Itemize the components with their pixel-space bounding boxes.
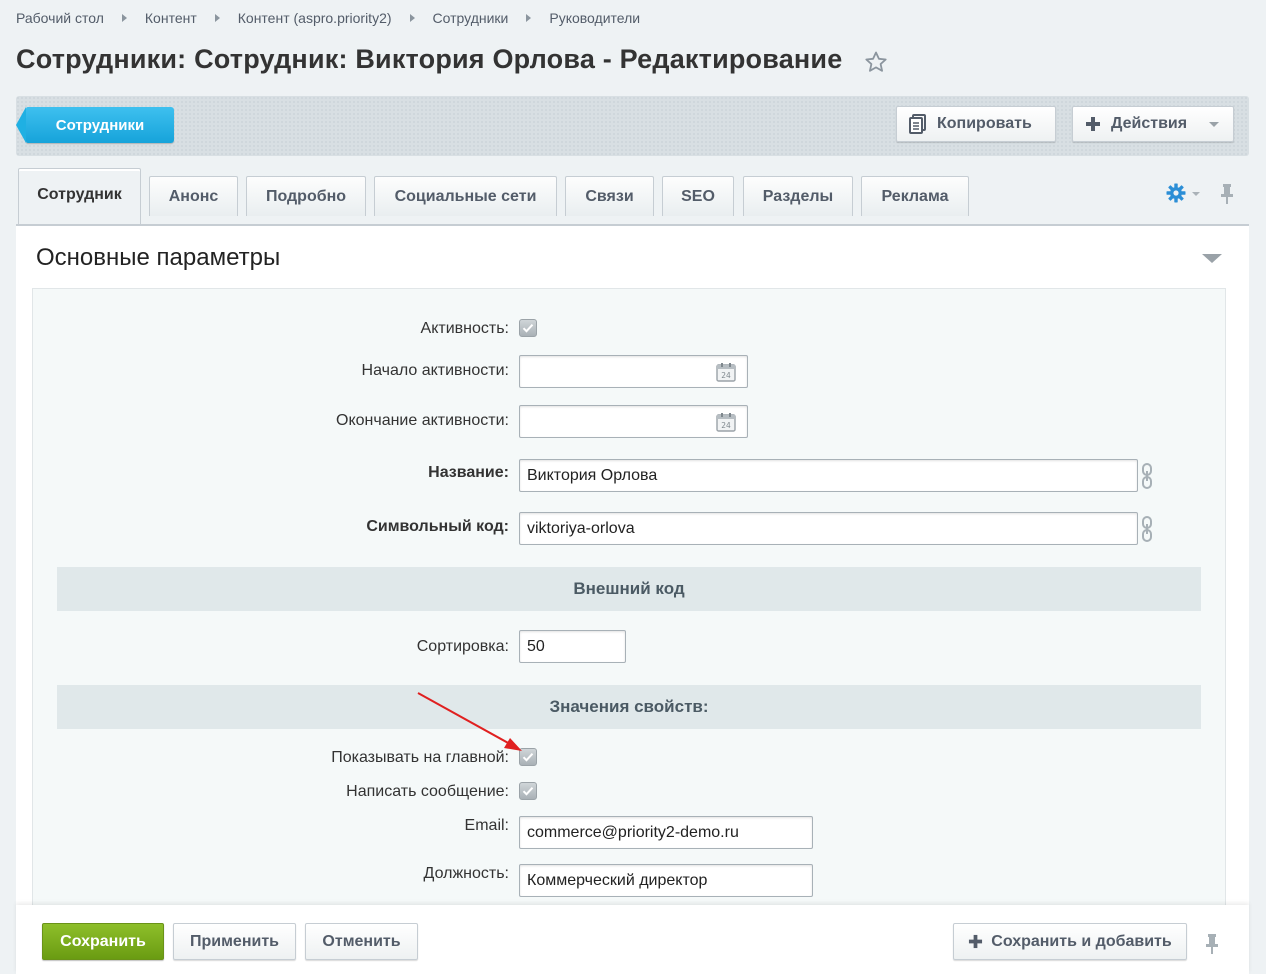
pin-icon[interactable] (1219, 183, 1235, 205)
breadcrumb-item[interactable]: Контент (145, 10, 197, 26)
position-input[interactable]: Коммерческий директор (519, 864, 813, 897)
name-input[interactable]: Виктория Орлова (519, 459, 1138, 492)
tab-detail[interactable]: Подробно (246, 176, 366, 216)
active-to-input[interactable]: 24 (519, 405, 748, 438)
tab-sections[interactable]: Разделы (743, 176, 853, 216)
tab-announce[interactable]: Анонс (149, 176, 238, 216)
tab-social[interactable]: Социальные сети (374, 176, 557, 216)
email-label: Email: (464, 817, 509, 834)
calendar-icon[interactable]: 24 (716, 412, 736, 432)
section-title: Основные параметры (36, 244, 281, 271)
sort-input[interactable]: 50 (519, 630, 626, 663)
check-icon (522, 787, 534, 796)
copy-button-label: Копировать (937, 115, 1032, 132)
sort-label: Сортировка: (416, 638, 509, 655)
pin-icon[interactable] (1204, 933, 1220, 955)
actions-button[interactable]: Действия (1072, 106, 1234, 142)
check-icon (522, 324, 534, 333)
plus-icon (969, 934, 983, 949)
calendar-icon[interactable]: 24 (716, 362, 736, 382)
back-to-list-button[interactable]: Сотрудники (16, 107, 174, 143)
plus-icon (1086, 117, 1100, 131)
breadcrumb-item[interactable]: Сотрудники (433, 10, 509, 26)
tab-seo[interactable]: SEO (662, 176, 734, 216)
copy-button[interactable]: Копировать (896, 106, 1056, 142)
breadcrumb-separator-icon (409, 14, 415, 22)
copy-icon (909, 114, 926, 134)
tab-ads[interactable]: Реклама (861, 176, 969, 216)
content-panel: Основные параметры Активность: Начало ак… (16, 226, 1249, 974)
code-label: Символьный код: (366, 518, 509, 535)
breadcrumb-separator-icon (214, 14, 220, 22)
collapse-chevron-icon[interactable] (1202, 254, 1222, 263)
properties-header: Значения свойств: (57, 685, 1201, 729)
page-title: Сотрудники: Сотрудник: Виктория Орлова -… (16, 44, 843, 74)
email-input[interactable]: commerce@priority2-demo.ru (519, 816, 813, 849)
cancel-button[interactable]: Отменить (305, 923, 418, 960)
save-and-add-label: Сохранить и добавить (991, 932, 1172, 950)
email-value: commerce@priority2-demo.ru (527, 824, 739, 841)
actions-button-label: Действия (1111, 115, 1188, 132)
save-button[interactable]: Сохранить (42, 923, 164, 960)
show-main-label: Показывать на главной: (331, 749, 509, 766)
link-icon[interactable] (1141, 462, 1153, 490)
breadcrumb-separator-icon (526, 14, 532, 22)
active-from-label: Начало активности: (361, 362, 509, 379)
tab-links[interactable]: Связи (565, 176, 654, 216)
svg-text:24: 24 (721, 371, 731, 380)
breadcrumb-item[interactable]: Рабочий стол (16, 10, 104, 26)
code-value: viktoriya-orlova (527, 520, 635, 537)
name-label: Название: (428, 464, 509, 481)
toolbar: Сотрудники Копировать Действия (16, 96, 1249, 156)
page-title-row: Сотрудники: Сотрудник: Виктория Орлова -… (16, 44, 888, 75)
breadcrumb: Рабочий стол Контент Контент (aspro.prio… (16, 10, 640, 26)
active-checkbox[interactable] (519, 319, 537, 337)
chevron-down-icon[interactable] (1192, 192, 1200, 196)
name-value: Виктория Орлова (527, 467, 658, 484)
tab-employee[interactable]: Сотрудник (18, 168, 141, 226)
breadcrumb-item[interactable]: Руководители (549, 10, 640, 26)
gear-icon[interactable] (1166, 183, 1186, 203)
check-icon (522, 753, 534, 762)
link-icon[interactable] (1141, 515, 1153, 543)
tab-bar: Сотрудник Анонс Подробно Социальные сети… (16, 168, 1249, 226)
code-input[interactable]: viktoriya-orlova (519, 512, 1138, 545)
svg-text:24: 24 (721, 421, 731, 430)
position-value: Коммерческий директор (527, 872, 708, 889)
form-area: Активность: Начало активности: 24 Оконча… (32, 288, 1226, 974)
write-msg-label: Написать сообщение: (346, 783, 509, 800)
chevron-down-icon (1209, 122, 1219, 127)
write-msg-checkbox[interactable] (519, 782, 537, 800)
save-and-add-button[interactable]: Сохранить и добавить (953, 923, 1187, 960)
apply-button[interactable]: Применить (173, 923, 296, 960)
breadcrumb-item[interactable]: Контент (aspro.priority2) (238, 10, 392, 26)
active-from-input[interactable]: 24 (519, 355, 748, 388)
active-to-label: Окончание активности: (336, 412, 509, 429)
position-label: Должность: (423, 865, 509, 882)
star-icon[interactable] (864, 50, 888, 74)
footer-bar: Сохранить Применить Отменить Сохранить и… (16, 905, 1249, 974)
sort-value: 50 (527, 638, 545, 655)
breadcrumb-separator-icon (121, 14, 127, 22)
external-code-header: Внешний код (57, 567, 1201, 611)
active-label: Активность: (420, 320, 509, 337)
show-main-checkbox[interactable] (519, 748, 537, 766)
